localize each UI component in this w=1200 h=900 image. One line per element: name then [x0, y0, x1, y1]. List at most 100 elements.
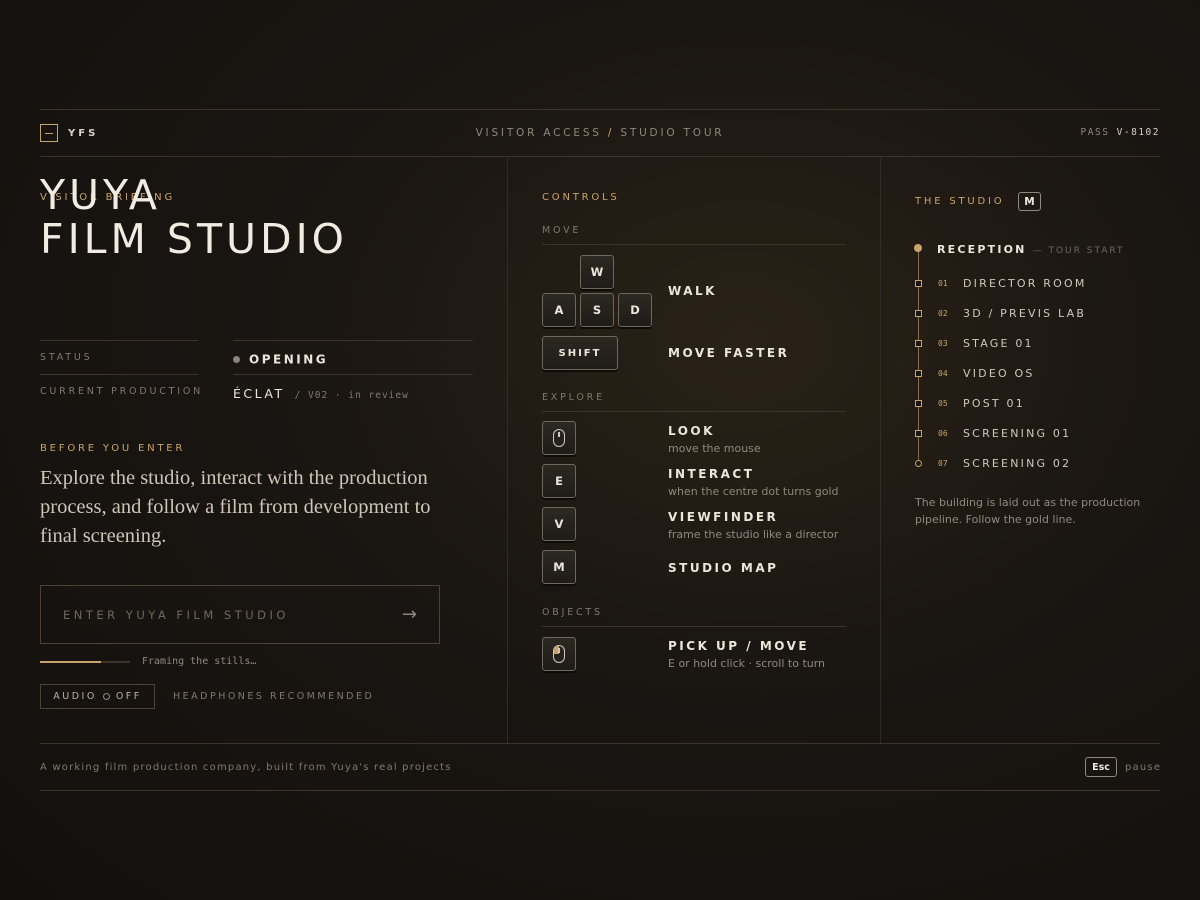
look-description: move the mouse — [668, 442, 761, 455]
timeline-marker — [915, 280, 922, 287]
audio-toggle[interactable]: AUDIO OFF — [40, 684, 155, 709]
loading-status: Framing the stills… — [142, 656, 257, 667]
loading-progress-fill — [40, 661, 102, 663]
map-key-badge: M — [1018, 192, 1041, 211]
timeline-marker — [915, 310, 922, 317]
move-faster-label: MOVE FASTER — [668, 346, 790, 360]
key-a: A — [542, 293, 576, 327]
breadcrumb-separator: / — [607, 127, 615, 139]
loading-progress-bar — [40, 661, 130, 663]
status-value: OPENING — [233, 349, 328, 368]
look-label: LOOK — [668, 424, 715, 438]
section-divider — [542, 411, 846, 412]
footer-tagline: A working film production company, built… — [40, 762, 452, 773]
stop-number: 07 — [938, 459, 948, 468]
stop-director-room[interactable]: DIRECTOR ROOM — [963, 277, 1087, 290]
arrow-right-icon: → — [401, 604, 417, 625]
section-divider — [542, 244, 846, 245]
production-value: ÉCLAT / V02 · in review — [233, 383, 409, 402]
status-dot-icon — [233, 356, 240, 363]
studio-map-label: STUDIO MAP — [668, 561, 779, 575]
pass-label: PASS — [1080, 127, 1110, 138]
header-divider — [40, 156, 1160, 157]
stop-number: 04 — [938, 369, 948, 378]
studio-note: The building is laid out as the producti… — [915, 496, 1141, 526]
mouse-icon — [553, 429, 565, 447]
meta-divider — [40, 340, 198, 341]
interact-label: INTERACT — [668, 467, 755, 481]
stop-number: 01 — [938, 279, 948, 288]
stop-sub: — TOUR START — [1032, 246, 1125, 256]
stop-name: RECEPTION — [937, 243, 1027, 256]
pickup-label: PICK UP / MOVE — [668, 639, 810, 653]
pickup-description: E or hold click · scroll to turn — [668, 657, 826, 670]
breadcrumb: VISITOR ACCESS / STUDIO TOUR — [40, 127, 1160, 139]
stop-stage-01[interactable]: STAGE 01 — [963, 337, 1034, 350]
controls-title: CONTROLS — [542, 192, 620, 203]
viewfinder-label: VIEWFINDER — [668, 510, 779, 524]
column-divider-1 — [507, 156, 508, 743]
mouse-click-key — [542, 637, 576, 671]
mouse-left-click-icon — [553, 645, 565, 663]
move-section-label: MOVE — [542, 225, 582, 236]
audio-state-icon — [102, 693, 110, 700]
breadcrumb-studio-tour: STUDIO TOUR — [620, 127, 725, 139]
column-divider-2 — [880, 156, 881, 743]
status-label: STATUS — [40, 352, 93, 363]
page-title: YUYA FILM STUDIO — [40, 173, 348, 261]
pause-label: pause — [1125, 762, 1162, 773]
briefing-frame: YFS VISITOR ACCESS / STUDIO TOUR PASS V-… — [40, 109, 1160, 791]
stop-number: 06 — [938, 429, 948, 438]
esc-key: Esc — [1085, 757, 1117, 777]
pass-id: V-8102 — [1116, 127, 1160, 138]
explore-section-label: EXPLORE — [542, 392, 605, 403]
viewfinder-description: frame the studio like a director — [668, 528, 839, 541]
stop-post-01[interactable]: POST 01 — [963, 397, 1025, 410]
walk-label: WALK — [668, 284, 717, 298]
headphones-note: HEADPHONES RECOMMENDED — [173, 691, 375, 702]
title-line-2: FILM STUDIO — [40, 215, 348, 263]
key-s: S — [580, 293, 614, 327]
meta-divider — [40, 374, 198, 375]
footer-divider-top — [40, 743, 1160, 744]
interact-description: when the centre dot turns gold — [668, 485, 839, 498]
mouse-key — [542, 421, 576, 455]
meta-divider — [233, 340, 473, 341]
meta-divider — [233, 374, 473, 375]
production-title: ÉCLAT — [233, 386, 285, 401]
stop-number: 05 — [938, 399, 948, 408]
stop-previs-lab[interactable]: 3D / PREVIS LAB — [963, 307, 1086, 320]
enter-studio-button[interactable]: ENTER YUYA FILM STUDIO → — [40, 585, 440, 644]
key-e: E — [542, 464, 576, 498]
production-meta: / V02 · in review — [294, 390, 409, 401]
status-text: OPENING — [249, 352, 329, 367]
footer-divider-bottom — [40, 790, 1160, 791]
stop-screening-01[interactable]: SCREENING 01 — [963, 427, 1071, 440]
stop-number: 02 — [938, 309, 948, 318]
audio-state: OFF — [115, 691, 142, 702]
timeline-marker — [915, 400, 922, 407]
timeline-marker — [915, 340, 922, 347]
stop-reception[interactable]: RECEPTION — TOUR START — [937, 243, 1125, 256]
enter-button-label: ENTER YUYA FILM STUDIO — [63, 607, 289, 622]
key-shift: SHIFT — [542, 336, 618, 370]
audio-label: AUDIO — [53, 691, 97, 702]
key-w: W — [580, 255, 614, 289]
key-v: V — [542, 507, 576, 541]
timeline-marker — [915, 460, 922, 467]
timeline-marker — [915, 430, 922, 437]
briefing-description: Explore the studio, interact with the pr… — [40, 467, 431, 547]
breadcrumb-visitor-access: VISITOR ACCESS — [475, 127, 602, 139]
before-label: BEFORE YOU ENTER — [40, 443, 186, 454]
objects-section-label: OBJECTS — [542, 607, 603, 618]
stop-screening-02[interactable]: SCREENING 02 — [963, 457, 1071, 470]
key-d: D — [618, 293, 652, 327]
top-divider — [40, 109, 1160, 110]
key-m: M — [542, 550, 576, 584]
title-line-1: YUYA — [40, 171, 161, 219]
timeline-marker — [914, 244, 922, 252]
timeline-marker — [915, 370, 922, 377]
stop-video-os[interactable]: VIDEO OS — [963, 367, 1035, 380]
stop-number: 03 — [938, 339, 948, 348]
studio-title: THE STUDIO — [915, 196, 1005, 207]
